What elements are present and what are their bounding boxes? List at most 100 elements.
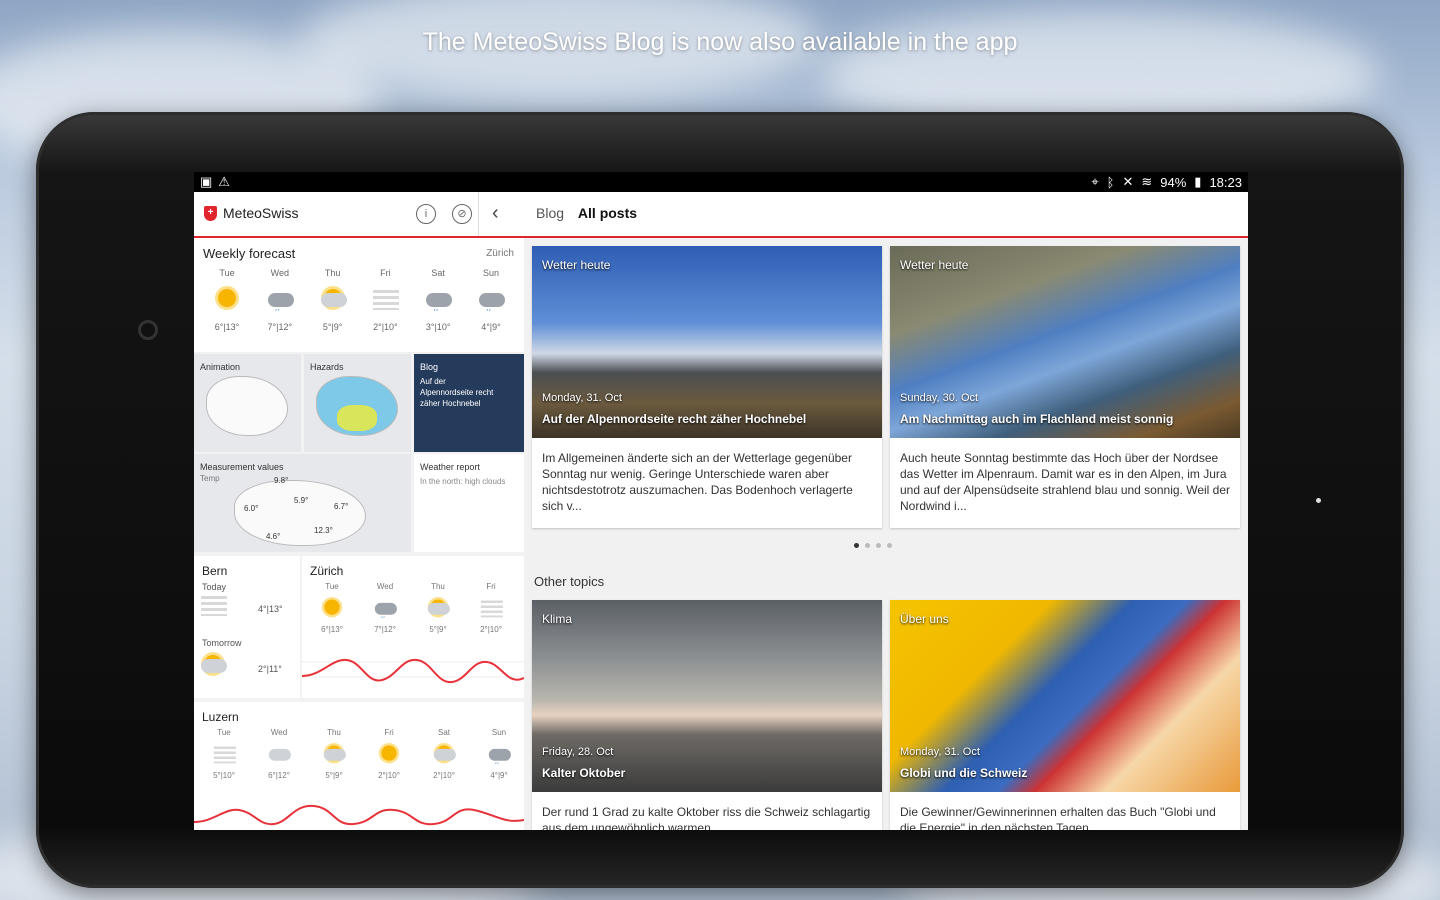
warning-icon: ⚠ xyxy=(218,174,230,189)
compass-icon[interactable]: ⊘ xyxy=(452,204,472,224)
location-icon: ⌖ xyxy=(1091,174,1099,189)
day-label: Wed xyxy=(270,268,289,278)
weather-report-tile[interactable]: Weather report In the north: high clouds xyxy=(414,454,524,552)
day-label: Fri xyxy=(384,728,394,737)
zurich-card[interactable]: Zürich Tue 6°|13° Wed ٬٬ 7°|12° Thu 5°|9° Fri 2°… xyxy=(302,556,524,698)
post-date: Monday, 31. Oct xyxy=(542,392,622,404)
forecast-day: Sat 2°|10° xyxy=(420,728,468,780)
blog-tile-text: Auf der Alpennordseite recht zäher Hochn… xyxy=(420,377,494,408)
hazards-tile[interactable]: Hazards xyxy=(304,354,411,452)
forecast-day: Wed ٬٬ 7°|12° xyxy=(255,268,305,332)
day-label: Tue xyxy=(325,582,339,591)
post-image xyxy=(532,246,882,438)
weekly-forecast-card[interactable]: Weekly forecast Zürich Tue 6°|13° Wed ٬٬ 7°|… xyxy=(194,238,524,352)
bluetooth-icon: ᛒ xyxy=(1106,174,1115,190)
topic-excerpt: Die Gewinner/Gewinnerinnen erhalten das … xyxy=(900,805,1216,830)
blog-tile[interactable]: Blog Auf der Alpennordseite recht zäher … xyxy=(414,354,524,452)
day-label: Sun xyxy=(491,728,507,737)
blog-panel: Wetter heute Monday, 31. Oct Auf der Alp… xyxy=(524,238,1248,830)
measurement-sub: Temp xyxy=(200,474,220,483)
day-temp: 4°|9° xyxy=(481,322,501,332)
hazard-map-icon xyxy=(316,376,398,436)
carousel-dot[interactable] xyxy=(865,543,870,548)
day-temp: 2°|10° xyxy=(433,771,455,780)
topic-card[interactable]: Klima Friday, 28. Oct Kalter Oktober Der… xyxy=(532,600,882,830)
cloud-rain-icon: ٬٬ xyxy=(486,743,512,769)
bern-today-label: Today xyxy=(202,582,227,592)
post-date: Sunday, 30. Oct xyxy=(900,392,979,404)
info-icon[interactable]: i xyxy=(416,204,436,224)
carousel-dot[interactable] xyxy=(854,543,859,548)
weekly-location: Zürich xyxy=(486,248,514,259)
measurement-label: Measurement values xyxy=(200,462,284,472)
day-temp: 4°|9° xyxy=(490,771,508,780)
sun-cloud-icon xyxy=(321,743,347,765)
swiss-map-icon xyxy=(206,376,288,436)
day-label: Thu xyxy=(431,582,445,591)
bern-today-temp: 4°|13° xyxy=(258,604,283,614)
forecast-day: Fri 2°|10° xyxy=(467,582,515,634)
breadcrumb-blog[interactable]: Blog xyxy=(536,205,564,221)
fog-icon xyxy=(211,743,237,765)
sun-icon xyxy=(376,743,402,765)
day-temp: 7°|12° xyxy=(374,625,396,634)
post-excerpt: Auch heute Sonntag bestimmte das Hoch üb… xyxy=(900,451,1231,513)
bern-tomorrow-label: Tomorrow xyxy=(202,638,242,648)
image-notification-icon: ▣ xyxy=(200,174,213,189)
tablet-screen: ▣ ⚠ ⌖ ᛒ ✕ ≋ 94% ▮ 18:23 + MeteoSwiss i ⊘… xyxy=(194,172,1248,830)
measure-value: 12.3° xyxy=(314,526,333,535)
topic-card[interactable]: Über uns Monday, 31. Oct Globi und die S… xyxy=(890,600,1240,830)
bern-name: Bern xyxy=(202,564,228,578)
luzern-card[interactable]: Luzern Tue 5°|10° Wed 6°|12° Thu 5°|9° Fri 2°|1… xyxy=(194,702,524,830)
topic-date: Friday, 28. Oct xyxy=(542,746,614,758)
day-label: Wed xyxy=(376,582,394,591)
cloud-rain-icon: ٬٬ xyxy=(423,286,453,317)
blog-tile-label: Blog xyxy=(420,362,439,372)
day-label: Sat xyxy=(437,728,450,737)
measure-value: 4.6° xyxy=(266,532,281,541)
day-label: Sat xyxy=(431,268,445,278)
day-label: Fri xyxy=(486,582,496,591)
day-label: Tue xyxy=(219,268,235,278)
day-label: Tue xyxy=(217,728,231,737)
app-name: MeteoSwiss xyxy=(223,205,299,221)
weekly-title: Weekly forecast xyxy=(203,246,296,261)
clock: 18:23 xyxy=(1209,174,1242,190)
blog-post-card[interactable]: Wetter heute Monday, 31. Oct Auf der Alp… xyxy=(532,246,882,528)
luzern-name: Luzern xyxy=(202,710,239,724)
forecast-day: Fri 2°|10° xyxy=(365,728,413,780)
forecast-day: Tue 6°|13° xyxy=(308,582,356,634)
cloud-rain-icon: ٬٬ xyxy=(476,286,506,317)
battery-icon: ▮ xyxy=(1194,174,1202,189)
measure-value: 9.8° xyxy=(274,476,289,485)
luzern-days: Tue 5°|10° Wed 6°|12° Thu 5°|9° Fri 2°|10° Sat 2°… xyxy=(200,728,523,780)
topic-title: Globi und die Schweiz xyxy=(900,766,1028,780)
day-label: Fri xyxy=(380,268,391,278)
forecast-day: Fri 2°|10° xyxy=(360,268,410,332)
day-temp: 5°|9° xyxy=(322,322,343,332)
carousel-dot[interactable] xyxy=(876,543,881,548)
carousel-dot[interactable] xyxy=(887,543,892,548)
measurement-tile[interactable]: Measurement values Temp 9.8° 5.9° 6.7° 6… xyxy=(194,454,411,552)
post-category: Wetter heute xyxy=(542,258,611,272)
topic-category: Über uns xyxy=(900,612,949,626)
measure-value: 5.9° xyxy=(294,496,309,505)
animation-tile[interactable]: Animation xyxy=(194,354,301,452)
sun-icon xyxy=(212,286,242,312)
luzern-temperature-curve xyxy=(194,804,524,826)
back-chevron-icon[interactable]: ‹ xyxy=(492,202,499,225)
day-temp: 5°|9° xyxy=(429,625,447,634)
blog-post-card[interactable]: Wetter heute Sunday, 30. Oct Am Nachmitt… xyxy=(890,246,1240,528)
day-temp: 3°|10° xyxy=(425,322,451,332)
carousel-indicator[interactable] xyxy=(854,543,892,548)
topic-image xyxy=(890,600,1240,792)
breadcrumb-all-posts: All posts xyxy=(577,205,638,221)
cloud-rain-icon: ٬٬ xyxy=(372,597,398,623)
bern-card[interactable]: Bern Today 4°|13° Tomorrow 2°|11° xyxy=(194,556,300,698)
day-temp: 6°|12° xyxy=(268,771,290,780)
fog-icon xyxy=(478,597,504,619)
app-bar: + MeteoSwiss i ⊘ ‹ Blog All posts xyxy=(194,192,1248,238)
status-bar: ▣ ⚠ ⌖ ᛒ ✕ ≋ 94% ▮ 18:23 xyxy=(194,172,1248,192)
day-temp: 7°|12° xyxy=(267,322,293,332)
zurich-days: Tue 6°|13° Wed ٬٬ 7°|12° Thu 5°|9° Fri 2°|10° xyxy=(308,582,515,634)
